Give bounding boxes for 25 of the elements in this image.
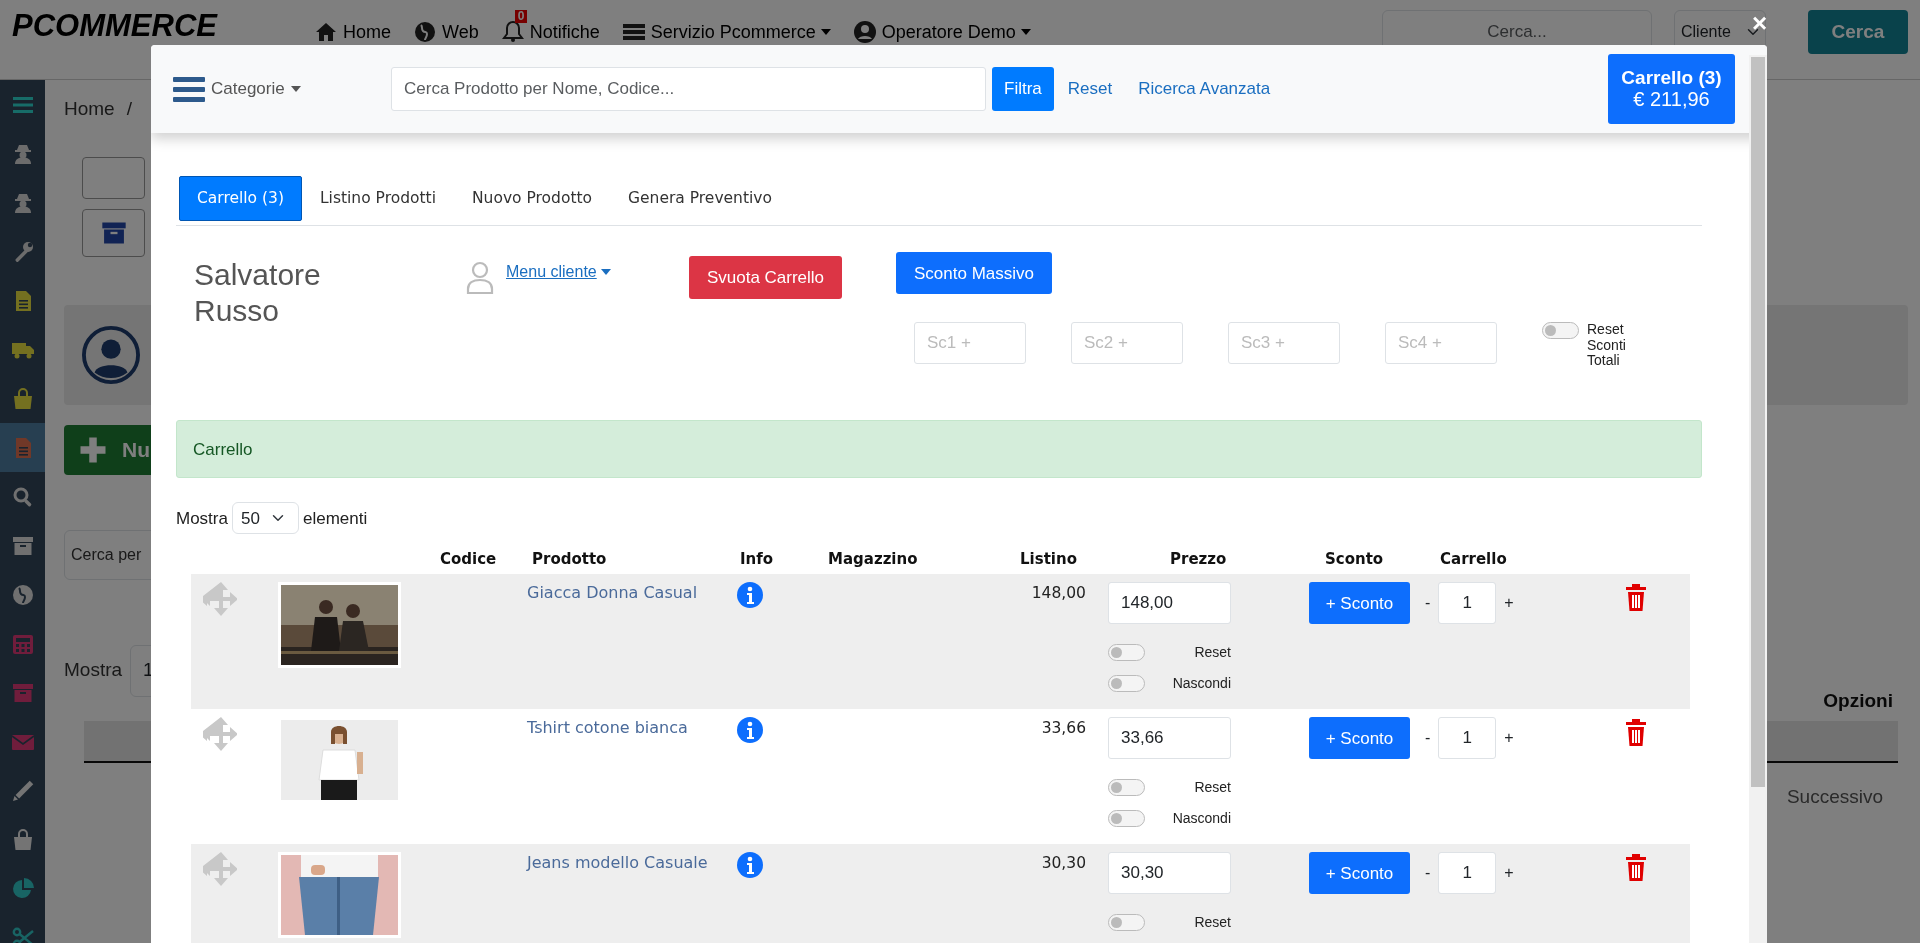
alert-message: Carrello [176, 420, 1702, 479]
column-header: Info [740, 550, 774, 569]
column-header: Magazzino [828, 550, 918, 569]
page-length-label: Mostra [176, 507, 228, 530]
toggle-label: Reset Sconti Totali [1587, 322, 1627, 369]
toggle-label: Reset [1194, 643, 1231, 663]
show-label: Mostra [64, 658, 123, 683]
list-price: 33,66 [1041, 719, 1086, 738]
notification-badge: 0 [514, 10, 528, 24]
column-header: Prodotto [532, 550, 607, 569]
list-price: 148,00 [1031, 584, 1086, 603]
column-header: Codice [440, 550, 497, 569]
column-header: Sconto [1325, 550, 1384, 569]
column-header: Opzioni [1823, 688, 1893, 713]
column-header: Listino [1020, 550, 1077, 569]
page-length-label: elementi [302, 507, 368, 530]
column-header: Prezzo [1170, 550, 1227, 569]
toggle-label: Nascondi [1172, 809, 1231, 829]
toggle-label: Reset [1194, 778, 1231, 798]
breadcrumb-separator: / [126, 97, 132, 121]
list-price: 30,30 [1041, 854, 1086, 873]
toggle-label: Reset [1194, 913, 1231, 933]
toggle-label: Nascondi [1172, 674, 1231, 694]
column-header: Carrello [1440, 550, 1507, 569]
customer-name: Salvatore Russo [194, 257, 322, 330]
